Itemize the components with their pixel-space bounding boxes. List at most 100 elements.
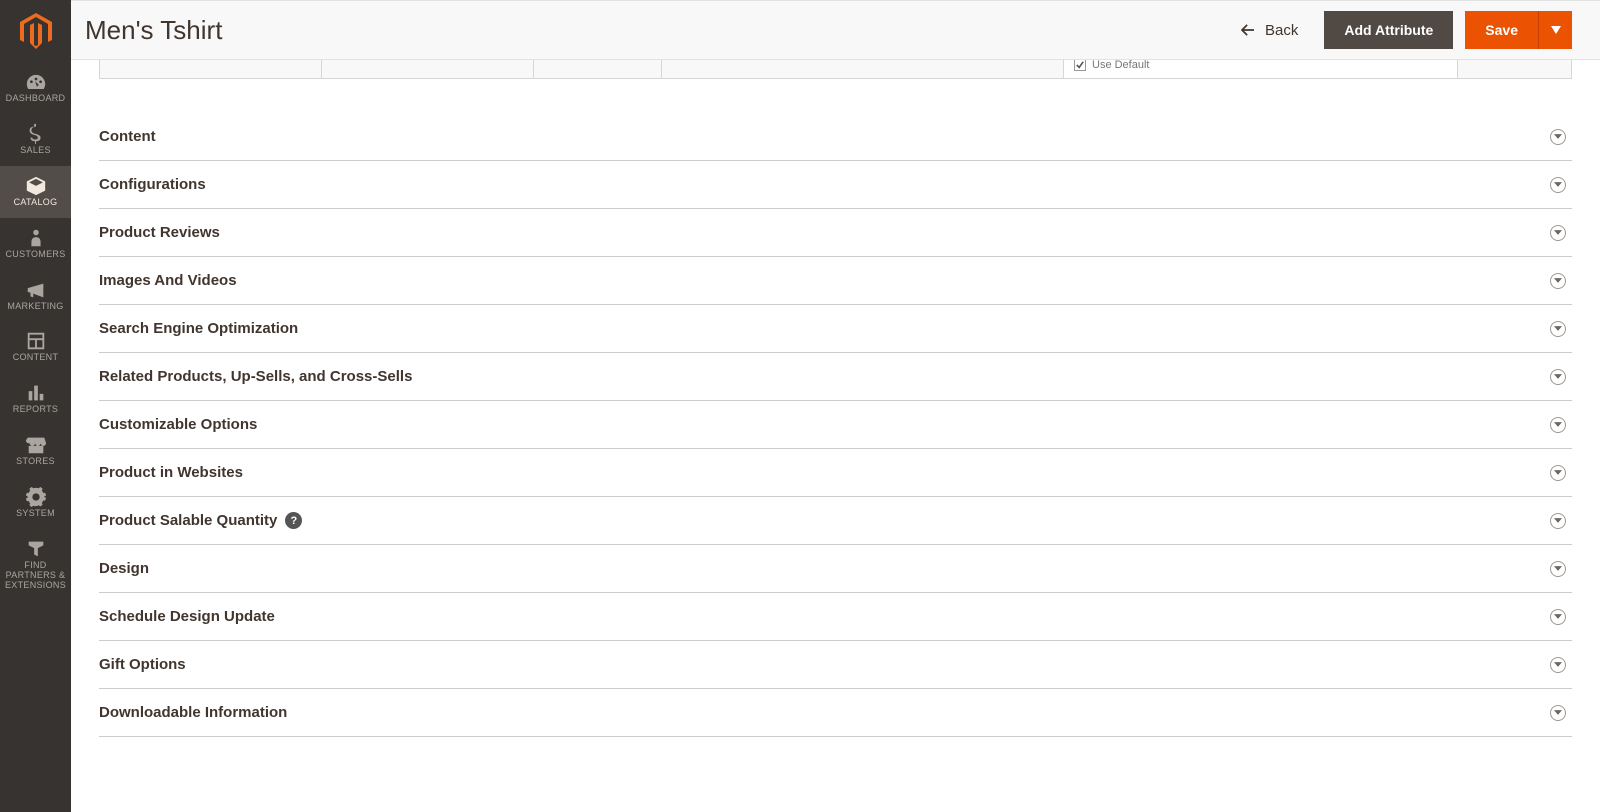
section-row[interactable]: Product Reviews [99,209,1572,257]
sidebar-item-dashboard[interactable]: DASHBOARD [0,62,71,114]
content-scroll[interactable]: Use Default Content Configurations Product… [71,60,1600,812]
caret-down-icon [1551,26,1561,34]
chevron-down-icon[interactable] [1550,705,1566,721]
sidebar-item-label: MARKETING [7,302,63,312]
sidebar-item-content[interactable]: CONTENT [0,321,71,373]
section-label: Search Engine Optimization [99,320,298,337]
chevron-down-icon[interactable] [1550,513,1566,529]
section-label: Images And Videos [99,272,237,289]
sidebar-item-system[interactable]: SYSTEM [0,477,71,529]
sidebar-item-label: STORES [16,457,55,467]
header-actions: Back Add Attribute Save [1241,11,1572,49]
megaphone-icon [25,280,47,300]
sidebar-item-marketing[interactable]: MARKETING [0,270,71,322]
section-row[interactable]: Schedule Design Update [99,593,1572,641]
section-row[interactable]: Customizable Options [99,401,1572,449]
chevron-down-icon[interactable] [1550,657,1566,673]
section-label: Configurations [99,176,206,193]
main-content: Men's Tshirt Back Add Attribute Save U [71,0,1600,812]
chevron-down-icon[interactable] [1550,609,1566,625]
section-label: Product Salable Quantity [99,512,277,529]
back-label: Back [1265,22,1298,39]
page-title: Men's Tshirt [85,15,222,46]
chevron-down-icon[interactable] [1550,177,1566,193]
section-title: Search Engine Optimization [99,320,298,337]
sidebar-item-stores[interactable]: STORES [0,425,71,477]
section-row[interactable]: Images And Videos [99,257,1572,305]
chevron-down-icon[interactable] [1550,465,1566,481]
sidebar-item-label: CUSTOMERS [5,250,65,260]
section-label: Downloadable Information [99,704,287,721]
section-title: Schedule Design Update [99,608,275,625]
section-label: Related Products, Up-Sells, and Cross-Se… [99,368,412,385]
back-button[interactable]: Back [1241,22,1312,39]
help-icon[interactable]: ? [285,512,302,529]
magento-logo[interactable] [0,0,71,62]
chevron-down-icon[interactable] [1550,129,1566,145]
table-cell [322,60,534,78]
layout-icon [25,331,47,351]
chevron-down-icon[interactable] [1550,273,1566,289]
page-header: Men's Tshirt Back Add Attribute Save [71,0,1600,60]
sidebar-item-label: SALES [20,146,51,156]
section-row[interactable]: Design [99,545,1572,593]
section-title: Downloadable Information [99,704,287,721]
section-row[interactable]: Gift Options [99,641,1572,689]
bar-chart-icon [25,383,47,403]
add-attribute-button[interactable]: Add Attribute [1324,11,1453,49]
section-label: Schedule Design Update [99,608,275,625]
section-label: Product Reviews [99,224,220,241]
section-row[interactable]: Content [99,113,1572,161]
save-button[interactable]: Save [1465,11,1538,49]
table-cell [1458,60,1571,78]
section-label: Design [99,560,149,577]
section-label: Content [99,128,156,145]
section-row[interactable]: Related Products, Up-Sells, and Cross-Se… [99,353,1572,401]
box-icon [25,176,47,196]
save-button-group: Save [1465,11,1572,49]
sidebar-item-sales[interactable]: SALES [0,114,71,166]
section-row[interactable]: Downloadable Information [99,689,1572,737]
section-row[interactable]: Search Engine Optimization [99,305,1572,353]
section-title: Content [99,128,156,145]
store-icon [25,435,47,455]
person-icon [25,228,47,248]
table-cell [100,60,322,78]
sidebar-item-partners[interactable]: FIND PARTNERS & EXTENSIONS [0,529,71,601]
section-title: Product Reviews [99,224,220,241]
section-title: Customizable Options [99,416,257,433]
dollar-icon [25,124,47,144]
sidebar-item-label: CONTENT [13,353,59,363]
section-title: Product in Websites [99,464,243,481]
table-cell-use-default: Use Default [1064,60,1458,78]
partners-icon [25,539,47,559]
section-title: Related Products, Up-Sells, and Cross-Se… [99,368,412,385]
sidebar-item-catalog[interactable]: CATALOG [0,166,71,218]
gear-icon [25,487,47,507]
section-row[interactable]: Product in Websites [99,449,1572,497]
sidebar: DASHBOARD SALES CATALOG CUSTOMERS MARKET… [0,0,71,812]
chevron-down-icon[interactable] [1550,417,1566,433]
sidebar-item-label: CATALOG [14,198,58,208]
sidebar-item-label: DASHBOARD [6,94,66,104]
section-row[interactable]: Product Salable Quantity? [99,497,1572,545]
section-title: Product Salable Quantity? [99,512,302,529]
sidebar-item-customers[interactable]: CUSTOMERS [0,218,71,270]
sidebar-item-label: SYSTEM [16,509,55,519]
chevron-down-icon[interactable] [1550,225,1566,241]
section-label: Gift Options [99,656,186,673]
table-cell [534,60,662,78]
chevron-down-icon[interactable] [1550,321,1566,337]
use-default-checkbox[interactable] [1074,60,1086,71]
section-title: Images And Videos [99,272,237,289]
save-dropdown-toggle[interactable] [1538,11,1572,49]
section-label: Customizable Options [99,416,257,433]
sidebar-item-label: REPORTS [13,405,58,415]
section-row[interactable]: Configurations [99,161,1572,209]
chevron-down-icon[interactable] [1550,561,1566,577]
chevron-down-icon[interactable] [1550,369,1566,385]
table-row: Use Default [99,60,1572,79]
sidebar-item-reports[interactable]: REPORTS [0,373,71,425]
use-default-label: Use Default [1092,60,1149,71]
table-cell [662,60,1064,78]
